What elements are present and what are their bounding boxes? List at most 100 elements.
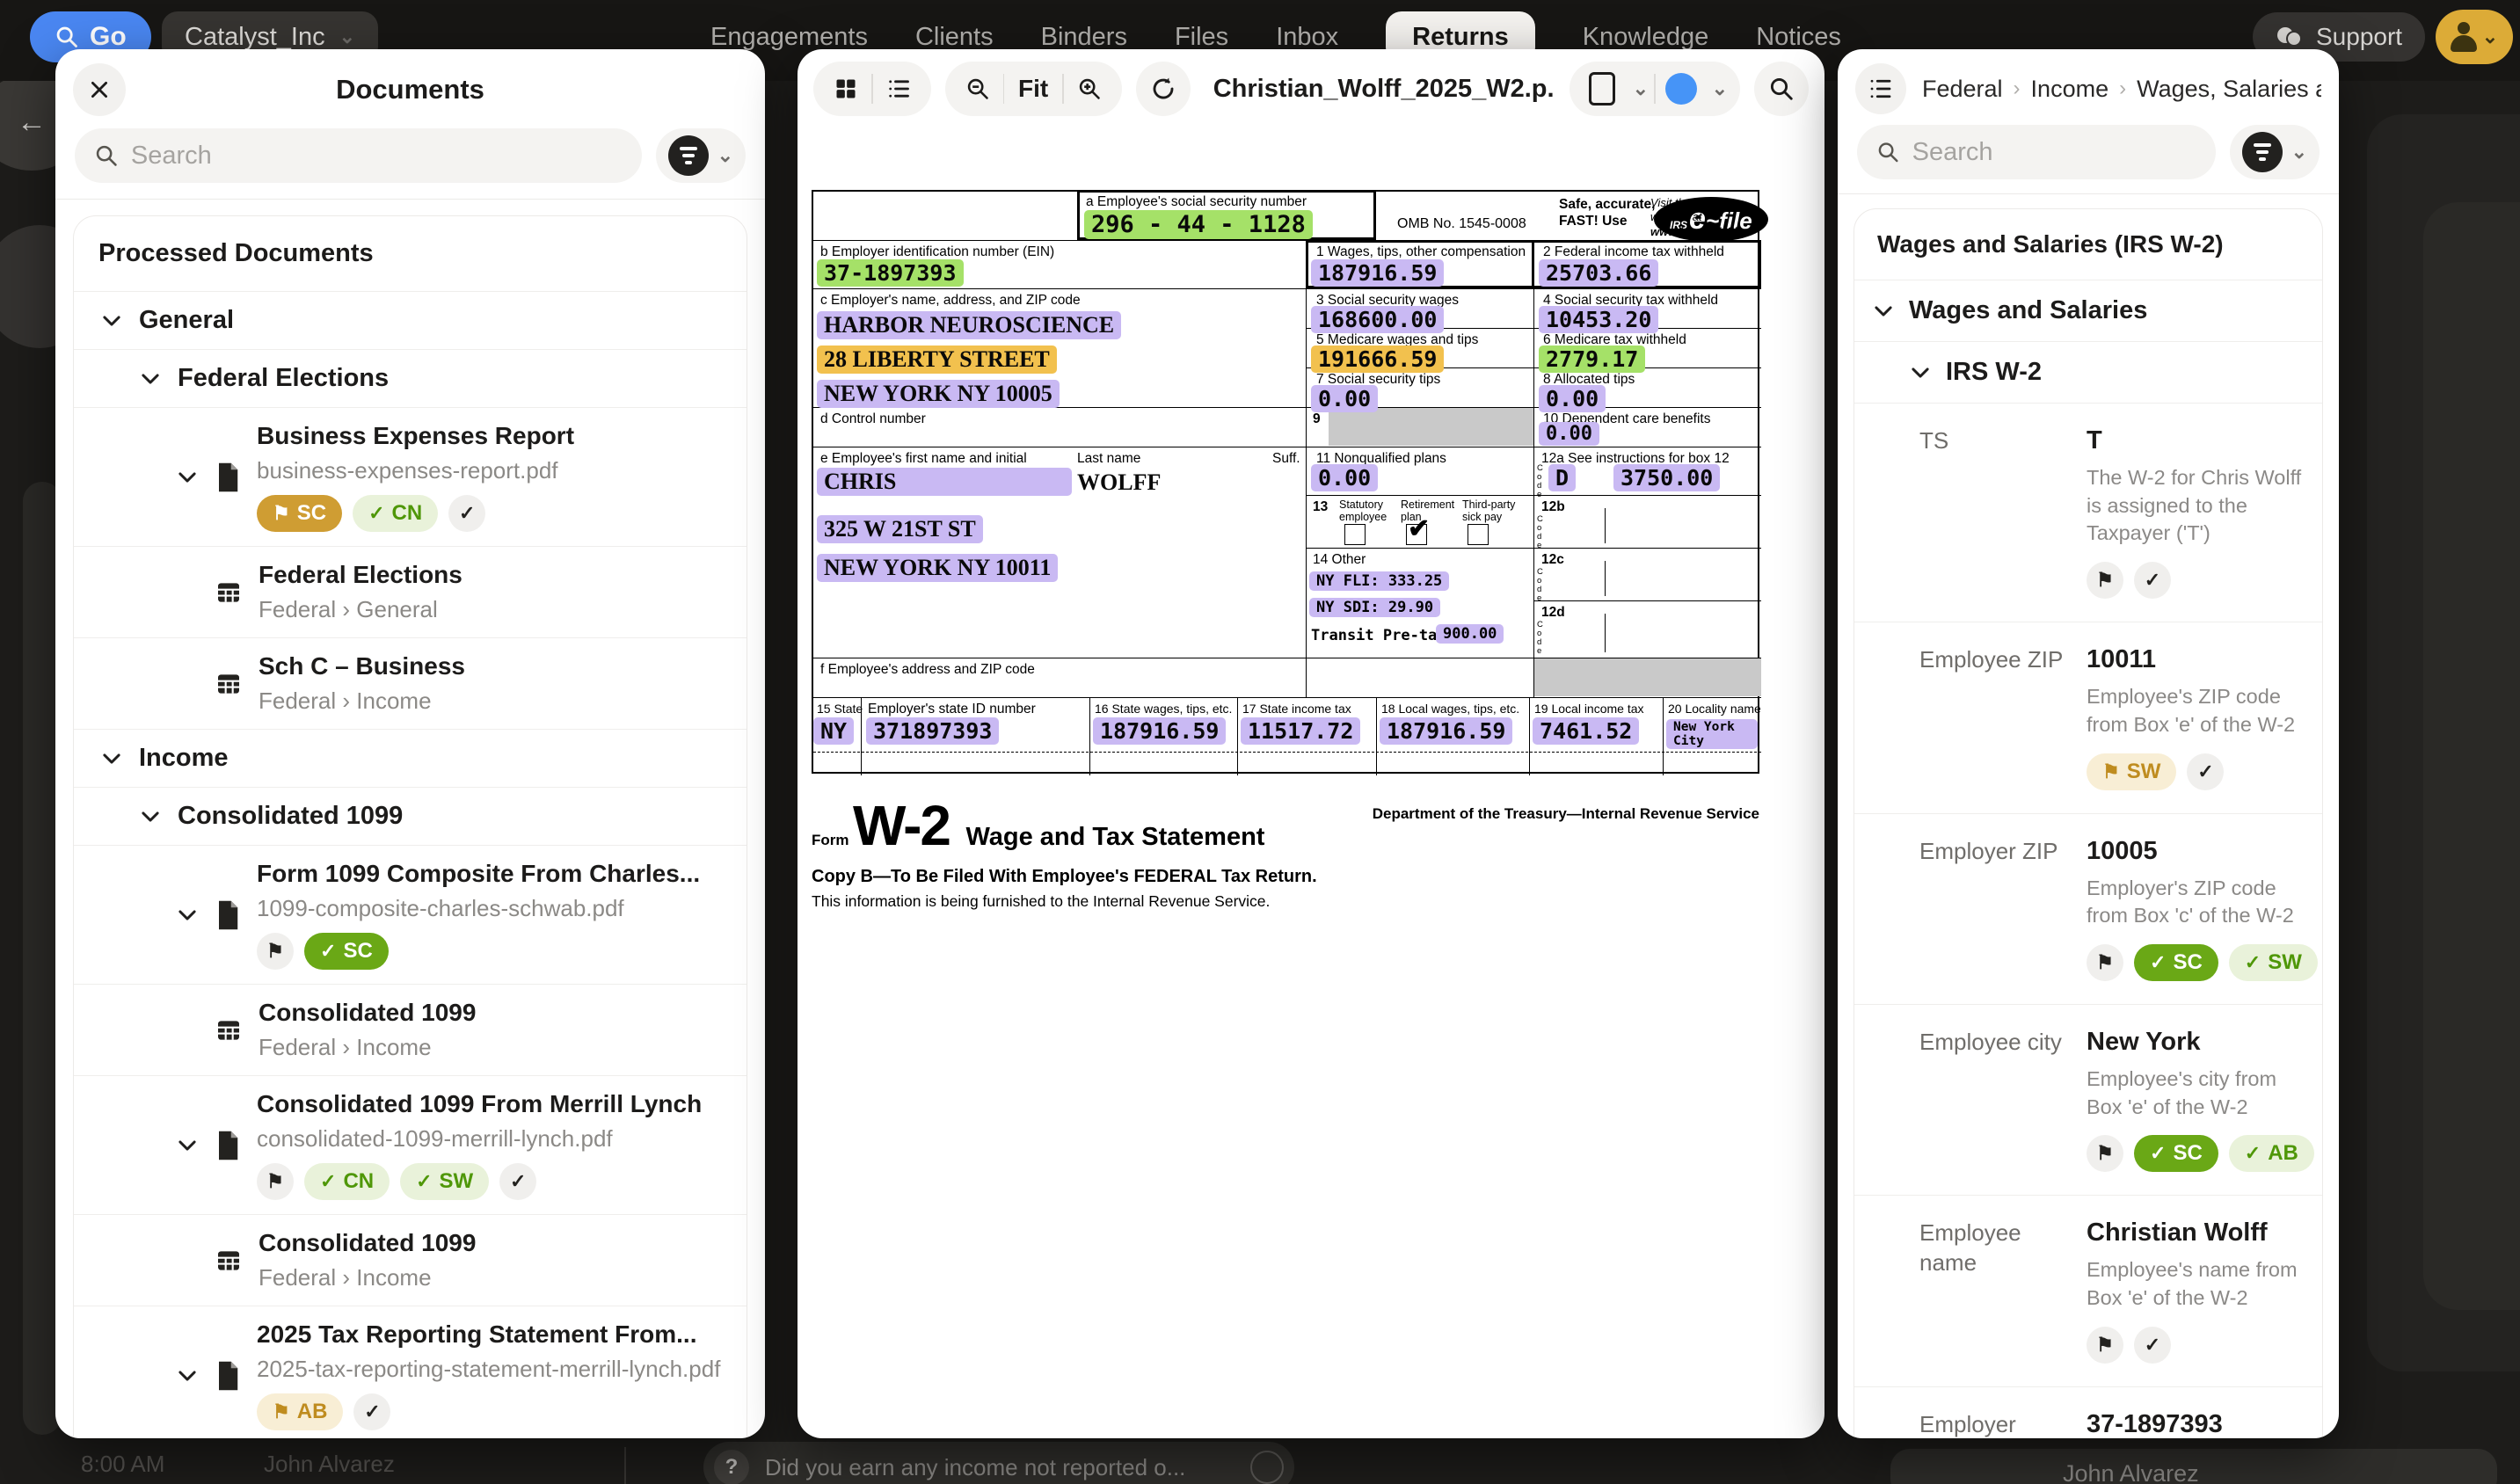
check-icon: ✓ xyxy=(2197,762,2213,782)
w2-lastname-label: Last name xyxy=(1077,451,1140,467)
tree-subsection-consolidated-1099[interactable]: Consolidated 1099 xyxy=(74,787,747,845)
tree-subsection-federal-elections[interactable]: Federal Elections xyxy=(74,349,747,407)
tree-section-income[interactable]: Income xyxy=(74,729,747,787)
document-icon xyxy=(215,899,241,931)
check-badge: ✓ xyxy=(2187,753,2224,790)
w2-retirement-checkmark: ✔ xyxy=(1408,513,1430,544)
close-button[interactable] xyxy=(73,63,126,116)
mapping-title: Sch C – Business xyxy=(259,652,465,680)
mapping-title: Consolidated 1099 xyxy=(259,1229,476,1257)
breadcrumb-item[interactable]: Income xyxy=(2031,76,2109,103)
breadcrumb-separator: › xyxy=(2119,76,2126,101)
w2-form-word: Form xyxy=(812,832,849,848)
zoom-out-button[interactable] xyxy=(952,62,1003,116)
field-value: 10005 xyxy=(2087,837,2318,866)
outline-toggle-button[interactable] xyxy=(1855,63,1906,114)
w2-box-b-label: b Employer identification number (EIN) xyxy=(820,244,1054,260)
tree-section-general[interactable]: General xyxy=(74,291,747,349)
file-filename: consolidated-1099-merrill-lynch.pdf xyxy=(257,1125,702,1153)
chevron-down-icon xyxy=(176,466,199,489)
w2-omb: OMB No. 1545-0008 xyxy=(1397,216,1526,232)
user-avatar-icon xyxy=(2451,22,2477,52)
documents-search-input[interactable] xyxy=(131,142,623,171)
tree-file-item[interactable]: Consolidated 1099 From Merrill Lynchcons… xyxy=(74,1075,747,1214)
field-content: 37-1897393Employer Identification Number… xyxy=(2087,1410,2306,1438)
field-row-employee-zip[interactable]: Employee ZIP10011Employee's ZIP code fro… xyxy=(1854,622,2322,812)
w2-box18-label: 18 Local wages, tips, etc. xyxy=(1381,702,1519,716)
tab-engagements[interactable]: Engagements xyxy=(710,23,868,52)
fields-search-input[interactable] xyxy=(1912,138,2196,167)
group-wages-and-salaries[interactable]: Wages and Salaries xyxy=(1854,280,2322,341)
chevron-down-icon[interactable] xyxy=(100,747,123,770)
chevron-down-icon[interactable] xyxy=(139,805,162,828)
field-content: New YorkEmployee's city from Box 'e' of … xyxy=(2087,1028,2314,1172)
tree-file-item[interactable]: Business Expenses Reportbusiness-expense… xyxy=(74,407,747,546)
chevron-down-icon[interactable] xyxy=(139,367,162,390)
grid-view-button[interactable] xyxy=(820,62,871,116)
viewer-search-button[interactable] xyxy=(1754,62,1809,116)
file-info: 2025 Tax Reporting Statement From...2025… xyxy=(257,1320,720,1430)
tab-binders[interactable]: Binders xyxy=(1041,23,1127,52)
user-menu[interactable]: ⌄ xyxy=(2436,10,2513,64)
tab-inbox[interactable]: Inbox xyxy=(1276,23,1338,52)
mapping-info: Consolidated 1099Federal › Income xyxy=(259,999,476,1061)
documents-filter-button[interactable]: ⌄ xyxy=(656,128,746,183)
documents-search-row: ⌄ xyxy=(55,128,765,183)
w2-box12a-value: 3750.00 xyxy=(1613,464,1720,491)
highlight-color-button[interactable] xyxy=(1656,62,1707,116)
w2-box16-label: 16 State wages, tips, etc. xyxy=(1095,702,1232,716)
field-row-ts[interactable]: TSTThe W-2 for Chris Wolff is assigned t… xyxy=(1854,403,2322,622)
file-filename: business-expenses-report.pdf xyxy=(257,457,574,484)
w2-document[interactable]: a Employee's social security number 296 … xyxy=(812,190,1759,911)
flag-badge-sc: ⚑SC xyxy=(257,495,342,532)
check-icon: ✓ xyxy=(2245,953,2261,972)
flag-badge: ⚑ xyxy=(2087,1327,2123,1364)
list-view-button[interactable] xyxy=(873,62,924,116)
badge-label: SC xyxy=(297,501,326,526)
w2-box-c-label: c Employer's name, address, and ZIP code xyxy=(820,293,1081,309)
field-row-employer-identification-number[interactable]: Employer identification number37-1897393… xyxy=(1854,1386,2322,1438)
chevron-down-icon[interactable] xyxy=(176,1364,199,1387)
tab-files[interactable]: Files xyxy=(1175,23,1228,52)
tree-mapping-item[interactable]: Consolidated 1099Federal › Income xyxy=(74,1214,747,1306)
tab-knowledge[interactable]: Knowledge xyxy=(1583,23,1709,52)
breadcrumb-item[interactable]: Federal xyxy=(1922,76,2003,103)
tree-file-item[interactable]: Form 1099 Composite From Charles...1099-… xyxy=(74,845,747,984)
chevron-down-icon[interactable] xyxy=(176,1134,199,1157)
question-action-button[interactable] xyxy=(1250,1451,1284,1484)
view-mode-group xyxy=(813,62,931,116)
question-bar[interactable]: ? Did you earn any income not reported o… xyxy=(703,1442,1294,1484)
tree-file-item[interactable]: 2025 Tax Reporting Statement From...2025… xyxy=(74,1306,747,1438)
badge-label: SC xyxy=(2173,1141,2202,1166)
group-irs-w2[interactable]: IRS W-2 xyxy=(1854,341,2322,403)
flag-badge: ⚑ xyxy=(2087,562,2123,599)
chevron-down-icon[interactable] xyxy=(176,466,199,489)
signer-name: John Alvarez xyxy=(2063,1460,2199,1484)
grid-icon xyxy=(834,76,858,101)
field-row-employer-zip[interactable]: Employer ZIP10005Employer's ZIP code fro… xyxy=(1854,813,2322,1004)
rotate-button[interactable] xyxy=(1136,62,1191,116)
tree-mapping-item[interactable]: Sch C – BusinessFederal › Income xyxy=(74,637,747,729)
signer-bar[interactable]: John Alvarez xyxy=(1890,1449,2497,1484)
file-badges: ⚑AB✓ xyxy=(257,1393,720,1430)
breadcrumb-item[interactable]: Wages, Salaries and Tips (... xyxy=(2137,76,2321,103)
fields-filter-button[interactable]: ⌄ xyxy=(2230,125,2320,179)
chevron-down-icon[interactable] xyxy=(100,309,123,332)
tab-notices[interactable]: Notices xyxy=(1756,23,1841,52)
w2-code-vertical: Code xyxy=(1537,464,1546,499)
tab-clients[interactable]: Clients xyxy=(915,23,994,52)
documents-search[interactable] xyxy=(75,128,642,183)
zoom-in-button[interactable] xyxy=(1064,62,1115,116)
fit-button[interactable]: Fit xyxy=(1004,75,1062,103)
tree-mapping-item[interactable]: Consolidated 1099Federal › Income xyxy=(74,984,747,1075)
fields-search[interactable] xyxy=(1857,125,2216,179)
fields-list: TSTThe W-2 for Chris Wolff is assigned t… xyxy=(1854,403,2322,1438)
w2-copy-b: Copy B—To Be Filed With Employee's FEDER… xyxy=(812,867,1759,887)
chevron-down-icon: ⌄ xyxy=(2291,141,2307,164)
field-row-employee-city[interactable]: Employee cityNew YorkEmployee's city fro… xyxy=(1854,1004,2322,1195)
field-row-employee-name[interactable]: Employee nameChristian WolffEmployee's n… xyxy=(1854,1195,2322,1386)
chevron-down-icon[interactable] xyxy=(176,904,199,927)
check-icon: ✓ xyxy=(2150,953,2166,972)
page-shape-button[interactable] xyxy=(1577,62,1628,116)
tree-mapping-item[interactable]: Federal ElectionsFederal › General xyxy=(74,546,747,637)
